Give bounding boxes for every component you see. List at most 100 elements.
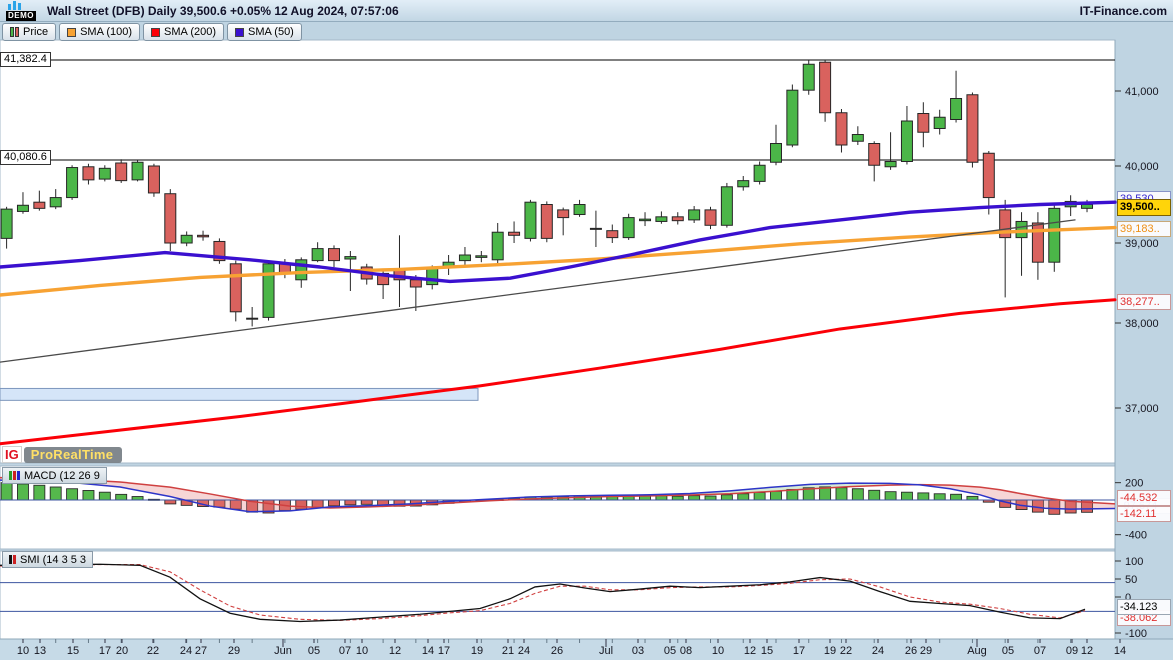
macd-histogram-bar bbox=[50, 487, 61, 500]
candle-down bbox=[967, 95, 978, 163]
date-label: 15 bbox=[67, 645, 79, 657]
date-label: 26 bbox=[551, 645, 563, 657]
legend-chip-price[interactable]: Price bbox=[2, 23, 56, 41]
date-label: 08 bbox=[680, 645, 692, 657]
ig-logo: IG bbox=[2, 446, 22, 463]
candle-up bbox=[852, 135, 863, 142]
smi-indicator-label: SMI (14 3 5 3 bbox=[20, 554, 86, 566]
date-label: 12 bbox=[389, 645, 401, 657]
smi-tick-label: -100 bbox=[1125, 628, 1147, 640]
candle-up bbox=[754, 165, 765, 181]
price-tick-label: 38,000 bbox=[1125, 318, 1159, 330]
instrument-title: Wall Street (DFB) Daily 39,500.6 +0.05% … bbox=[47, 4, 399, 18]
macd-histogram-bar bbox=[361, 500, 372, 504]
legend-chip-sma200[interactable]: SMA (200) bbox=[143, 23, 224, 41]
demo-badge: DEMO bbox=[6, 1, 40, 21]
date-label: 21 bbox=[502, 645, 514, 657]
candle-up bbox=[345, 257, 356, 259]
candle-up bbox=[525, 202, 536, 238]
macd-indicator-label: MACD (12 26 9 bbox=[24, 470, 100, 482]
date-label: 09 bbox=[1066, 645, 1078, 657]
macd-indicator-chip[interactable]: MACD (12 26 9 bbox=[2, 467, 107, 484]
candle-up bbox=[17, 205, 28, 211]
date-label: 19 bbox=[471, 645, 483, 657]
date-label: 19 bbox=[824, 645, 836, 657]
sma100-value-tag: 39,183.. bbox=[1117, 221, 1171, 237]
date-label: 12 bbox=[744, 645, 756, 657]
macd-histogram-bar bbox=[918, 493, 929, 500]
macd-histogram-bar bbox=[770, 491, 781, 500]
macd-histogram-bar bbox=[345, 500, 356, 505]
candle-up bbox=[656, 217, 667, 222]
prorealtime-logo: ProRealTime bbox=[24, 447, 123, 463]
macd-histogram-bar bbox=[951, 494, 962, 500]
date-label: 29 bbox=[228, 645, 240, 657]
legend-sma200-label: SMA (200) bbox=[164, 26, 216, 38]
legend-bar: Price SMA (100) SMA (200) SMA (50) bbox=[0, 22, 1173, 40]
candle-up bbox=[640, 219, 651, 221]
date-label: 10 bbox=[17, 645, 29, 657]
smi-tick-label: 50 bbox=[1125, 574, 1137, 586]
date-label: 07 bbox=[339, 645, 351, 657]
legend-sma50-label: SMA (50) bbox=[248, 26, 294, 38]
legend-price-label: Price bbox=[23, 26, 48, 38]
candle-up bbox=[803, 64, 814, 90]
candle-down bbox=[541, 205, 552, 239]
last-price-tag: 39,500.. bbox=[1117, 199, 1171, 216]
macd-histogram-bar bbox=[754, 493, 765, 500]
legend-sma100-label: SMA (100) bbox=[80, 26, 132, 38]
candle-up bbox=[296, 260, 307, 280]
candle-up bbox=[312, 249, 323, 261]
candle-down bbox=[983, 153, 994, 197]
legend-chip-sma50[interactable]: SMA (50) bbox=[227, 23, 302, 41]
candlestick-logo-icon bbox=[8, 1, 21, 10]
candle-up bbox=[476, 256, 487, 258]
candle-down bbox=[329, 249, 340, 261]
date-axis-strip bbox=[0, 639, 1173, 660]
candle-up bbox=[689, 210, 700, 220]
candle-down bbox=[869, 144, 880, 166]
candle-up bbox=[787, 90, 798, 145]
date-label: 07 bbox=[1034, 645, 1046, 657]
date-label: 29 bbox=[920, 645, 932, 657]
candle-down bbox=[558, 210, 569, 218]
smi-value-tag: -34.123 bbox=[1117, 599, 1171, 615]
candle-up bbox=[901, 121, 912, 162]
sma50-swatch-icon bbox=[235, 28, 244, 37]
smi-indicator-chip[interactable]: SMI (14 3 5 3 bbox=[2, 551, 93, 568]
candle-up bbox=[951, 99, 962, 120]
candle-up bbox=[263, 264, 274, 318]
date-label: 14 bbox=[422, 645, 434, 657]
demo-label: DEMO bbox=[6, 11, 36, 21]
chart-canvas[interactable]: 41,00040,00039,00038,00037,000200-400100… bbox=[0, 0, 1173, 660]
candle-down bbox=[509, 232, 520, 235]
candle-down bbox=[607, 231, 618, 238]
macd-histogram-bar bbox=[738, 494, 749, 500]
date-label: Aug bbox=[967, 645, 987, 657]
candle-down bbox=[230, 264, 241, 312]
macd-histogram-bar bbox=[312, 500, 323, 507]
macd-histogram-bar bbox=[901, 492, 912, 500]
candle-down bbox=[705, 210, 716, 225]
macd-histogram-bar bbox=[116, 494, 127, 500]
legend-chip-sma100[interactable]: SMA (100) bbox=[59, 23, 140, 41]
candle-down bbox=[672, 217, 683, 221]
macd-histogram-bar bbox=[17, 484, 28, 500]
macd-histogram-value-tag: -142.11 bbox=[1117, 506, 1171, 522]
candle-up bbox=[1082, 204, 1093, 208]
candle-down bbox=[34, 202, 45, 208]
candle-down bbox=[165, 194, 176, 243]
candle-up bbox=[934, 117, 945, 128]
itfinance-link[interactable]: IT-Finance.com bbox=[1080, 4, 1167, 18]
date-label: 03 bbox=[632, 645, 644, 657]
macd-histogram-bar bbox=[165, 500, 176, 504]
date-label: 10 bbox=[356, 645, 368, 657]
macd-histogram-bar bbox=[721, 495, 732, 500]
macd-histogram-bar bbox=[672, 496, 683, 500]
macd-histogram-bar bbox=[689, 496, 700, 500]
macd-histogram-bar bbox=[869, 490, 880, 500]
date-label: 24 bbox=[518, 645, 530, 657]
macd-histogram-bar bbox=[885, 492, 896, 500]
macd-histogram-bar bbox=[67, 489, 78, 500]
price-candles-icon bbox=[10, 27, 19, 37]
